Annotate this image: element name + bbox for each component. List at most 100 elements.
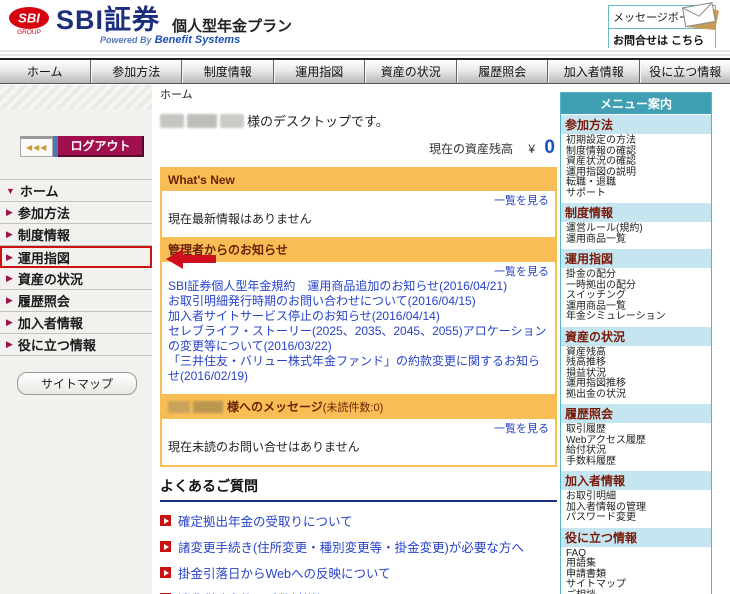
menu-guide-item[interactable]: 残高推移: [566, 357, 711, 369]
menu-guide-section-useful-info: 役に立つ情報 FAQ 用語集 申請書類 サイトマップ ご相談: [561, 526, 711, 594]
logout-button[interactable]: ◀◀◀ ログアウト: [20, 136, 145, 157]
admin-news-body: 一覧を見る SBI証券個人型年金規約 運用商品追加のお知らせ(2016/04/2…: [162, 262, 555, 394]
triangle-down-icon: ▼: [6, 185, 15, 196]
sidebar-item-useful-info[interactable]: ▶ 役に立つ情報: [0, 334, 152, 356]
sidebar: ◀◀◀ ログアウト ▼ ホーム ▶ 参加方法 ▶ 制度情報 ▶ 運用指図 ▶ 資…: [0, 85, 152, 594]
whats-new-body: 一覧を見る 現在最新情報はありません: [162, 191, 555, 237]
menu-guide-item[interactable]: 運用指図推移: [566, 378, 711, 390]
menu-guide-item[interactable]: 資産状況の確認: [566, 156, 711, 168]
main-nav: ホーム 参加方法 制度情報 運用指図 資産の状況 履歴照会 加入者情報 役に立つ…: [0, 58, 730, 84]
sidebar-item-asset-status[interactable]: ▶ 資産の状況: [0, 268, 152, 290]
menu-guide-item[interactable]: 運営ルール(規約): [566, 223, 711, 235]
news-link[interactable]: SBI証券個人型年金規約 運用商品追加のお知らせ(2016/04/21): [168, 279, 549, 294]
menu-guide-item[interactable]: パスワード変更: [566, 512, 711, 524]
envelope-icon: [681, 2, 719, 30]
messages-list-link[interactable]: 一覧を見る: [168, 420, 549, 436]
triangle-right-icon: ▶: [6, 273, 13, 283]
menu-guide-item[interactable]: ご相談: [566, 590, 711, 594]
whats-new-empty-text: 現在最新情報はありません: [168, 212, 312, 226]
messages-empty-text: 現在未読のお問い合せはありません: [168, 440, 360, 454]
faq-link[interactable]: 消費税改定後の手数料詳細について: [160, 589, 557, 594]
nav-tab-asset-status[interactable]: 資産の状況: [365, 60, 457, 83]
whats-new-list-link[interactable]: 一覧を見る: [168, 192, 549, 208]
masked-username: [187, 113, 217, 128]
faq-section: よくあるご質問 確定拠出年金の受取りについて 諸変更手続き(住所変更・種別変更等…: [160, 476, 557, 594]
menu-guide-section-member-info: 加入者情報 お取引明細 加入者情報の管理 パスワード変更: [561, 470, 711, 527]
sitemap-button[interactable]: サイトマップ: [17, 372, 137, 395]
svg-text:SBI: SBI: [18, 11, 40, 26]
triangle-right-icon: ▶: [6, 207, 13, 217]
menu-guide-section-join: 参加方法 初期設定の方法 制度情報の確認 資産状況の確認 運用指図の説明 転職・…: [561, 114, 711, 202]
desktop-greeting: 様のデスクトップです。: [160, 111, 557, 130]
menu-guide-item[interactable]: 運用商品一覧: [566, 234, 711, 246]
menu-guide-item[interactable]: 転職・退職: [566, 177, 711, 189]
main-content: ホーム 様のデスクトップです。 現在の資産残高 ¥ 0 What's New 一…: [160, 86, 557, 594]
triangle-right-icon: ▶: [6, 229, 13, 239]
sidebar-item-member-info[interactable]: ▶ 加入者情報: [0, 312, 152, 334]
news-link[interactable]: セレブライフ・ストーリー(2025、2035、2045、2055)アロケーション…: [168, 324, 549, 354]
asset-balance: 現在の資産残高 ¥ 0: [160, 137, 555, 159]
menu-guide-item[interactable]: 年金シミュレーション: [566, 311, 711, 323]
menu-guide-item[interactable]: サポート: [566, 188, 711, 200]
menu-guide-item[interactable]: 給付状況: [566, 445, 711, 457]
triangle-right-icon: ▶: [6, 339, 13, 349]
nav-tab-investment-instruction[interactable]: 運用指図: [273, 60, 365, 83]
menu-guide-item[interactable]: 拠出金の状況: [566, 389, 711, 401]
red-triangle-bullet-icon: [160, 567, 171, 578]
menu-guide: メニュー案内 参加方法 初期設定の方法 制度情報の確認 資産状況の確認 運用指図…: [560, 92, 712, 594]
contact-box: メッセージボード お問合せは こちら: [608, 2, 719, 52]
menu-guide-title: メニュー案内: [561, 93, 711, 114]
nav-tab-how-to-join[interactable]: 参加方法: [90, 60, 182, 83]
red-triangle-bullet-icon: [160, 515, 171, 526]
masked-username: [168, 400, 190, 413]
header: SBI GROUP SBI証券 個人型年金プラン Powered By Bene…: [0, 0, 730, 52]
masked-username: [160, 113, 184, 128]
menu-guide-item[interactable]: サイトマップ: [566, 579, 711, 591]
menu-guide-item[interactable]: スイッチング: [566, 290, 711, 302]
menu-guide-item[interactable]: お取引明細: [566, 491, 711, 503]
nav-tab-history-inquiry[interactable]: 履歴照会: [456, 60, 548, 83]
nav-tab-plan-info[interactable]: 制度情報: [182, 60, 274, 83]
logo-text: SBI証券: [56, 5, 161, 35]
sidebar-item-home[interactable]: ▼ ホーム: [0, 180, 152, 202]
nav-tab-useful-info[interactable]: 役に立つ情報: [639, 60, 730, 83]
triangle-right-icon: ▶: [6, 295, 13, 305]
logout-label: ログアウト: [58, 136, 145, 157]
red-triangle-bullet-icon: [160, 541, 171, 552]
page: SBI GROUP SBI証券 個人型年金プラン Powered By Bene…: [0, 0, 730, 594]
breadcrumb: ホーム: [160, 89, 193, 101]
nav-tab-home[interactable]: ホーム: [0, 60, 91, 83]
menu-guide-item[interactable]: 初期設定の方法: [566, 135, 711, 147]
news-link[interactable]: 加入者サイトサービス停止のお知らせ(2016/04/14): [168, 309, 549, 324]
triangle-right-icon: ▶: [6, 317, 13, 327]
sidebar-menu: ▼ ホーム ▶ 参加方法 ▶ 制度情報 ▶ 運用指図 ▶ 資産の状況 ▶ 履歴照…: [0, 179, 152, 356]
currency-symbol: ¥: [528, 142, 536, 156]
faq-title: よくあるご質問: [160, 476, 557, 502]
whats-new-header: What's New: [162, 169, 555, 191]
header-divider: [0, 48, 730, 58]
notice-box: What's New 一覧を見る 現在最新情報はありません 管理者からのお知らせ…: [160, 167, 557, 467]
messages-body: 一覧を見る 現在未読のお問い合せはありません: [162, 419, 555, 465]
admin-news-list-link[interactable]: 一覧を見る: [168, 263, 549, 279]
sidebar-item-plan-info[interactable]: ▶ 制度情報: [0, 224, 152, 246]
faq-link[interactable]: 確定拠出年金の受取りについて: [160, 511, 557, 530]
faq-link[interactable]: 諸変更手続き(住所変更・種別変更等・掛金変更)が必要な方へ: [160, 537, 557, 556]
faq-link[interactable]: 掛金引落日からWebへの反映について: [160, 563, 557, 582]
menu-guide-item[interactable]: 取引履歴: [566, 424, 711, 436]
sidebar-item-history-inquiry[interactable]: ▶ 履歴照会: [0, 290, 152, 312]
menu-guide-item[interactable]: 用語集: [566, 558, 711, 570]
news-link[interactable]: 「三井住友・バリュー株式年金ファンド」の約款変更に関するお知らせ(2016/02…: [168, 354, 549, 384]
balance-label: 現在の資産残高: [429, 142, 514, 156]
admin-news-list: SBI証券個人型年金規約 運用商品追加のお知らせ(2016/04/21) お取引…: [168, 279, 549, 388]
unread-count: (未読件数:0): [322, 401, 384, 414]
news-link[interactable]: お取引明細発行時期のお問い合わせについて(2016/04/15): [168, 294, 549, 309]
messages-header: 様へのメッセージ (未読件数:0): [162, 394, 555, 419]
menu-guide-section-history: 履歴照会 取引履歴 Webアクセス履歴 給付状況 手数料履歴: [561, 403, 711, 470]
menu-guide-item[interactable]: 手数料履歴: [566, 456, 711, 468]
sidebar-item-investment-instruction[interactable]: ▶ 運用指図: [0, 246, 152, 268]
sidebar-item-how-to-join[interactable]: ▶ 参加方法: [0, 202, 152, 224]
menu-guide-item[interactable]: 掛金の配分: [566, 269, 711, 281]
nav-tab-member-info[interactable]: 加入者情報: [548, 60, 640, 83]
masked-username: [193, 400, 223, 413]
menu-guide-section-investment-instruction: 運用指図 掛金の配分 一時拠出の配分 スイッチング 運用商品一覧 年金シミュレー…: [561, 248, 711, 326]
